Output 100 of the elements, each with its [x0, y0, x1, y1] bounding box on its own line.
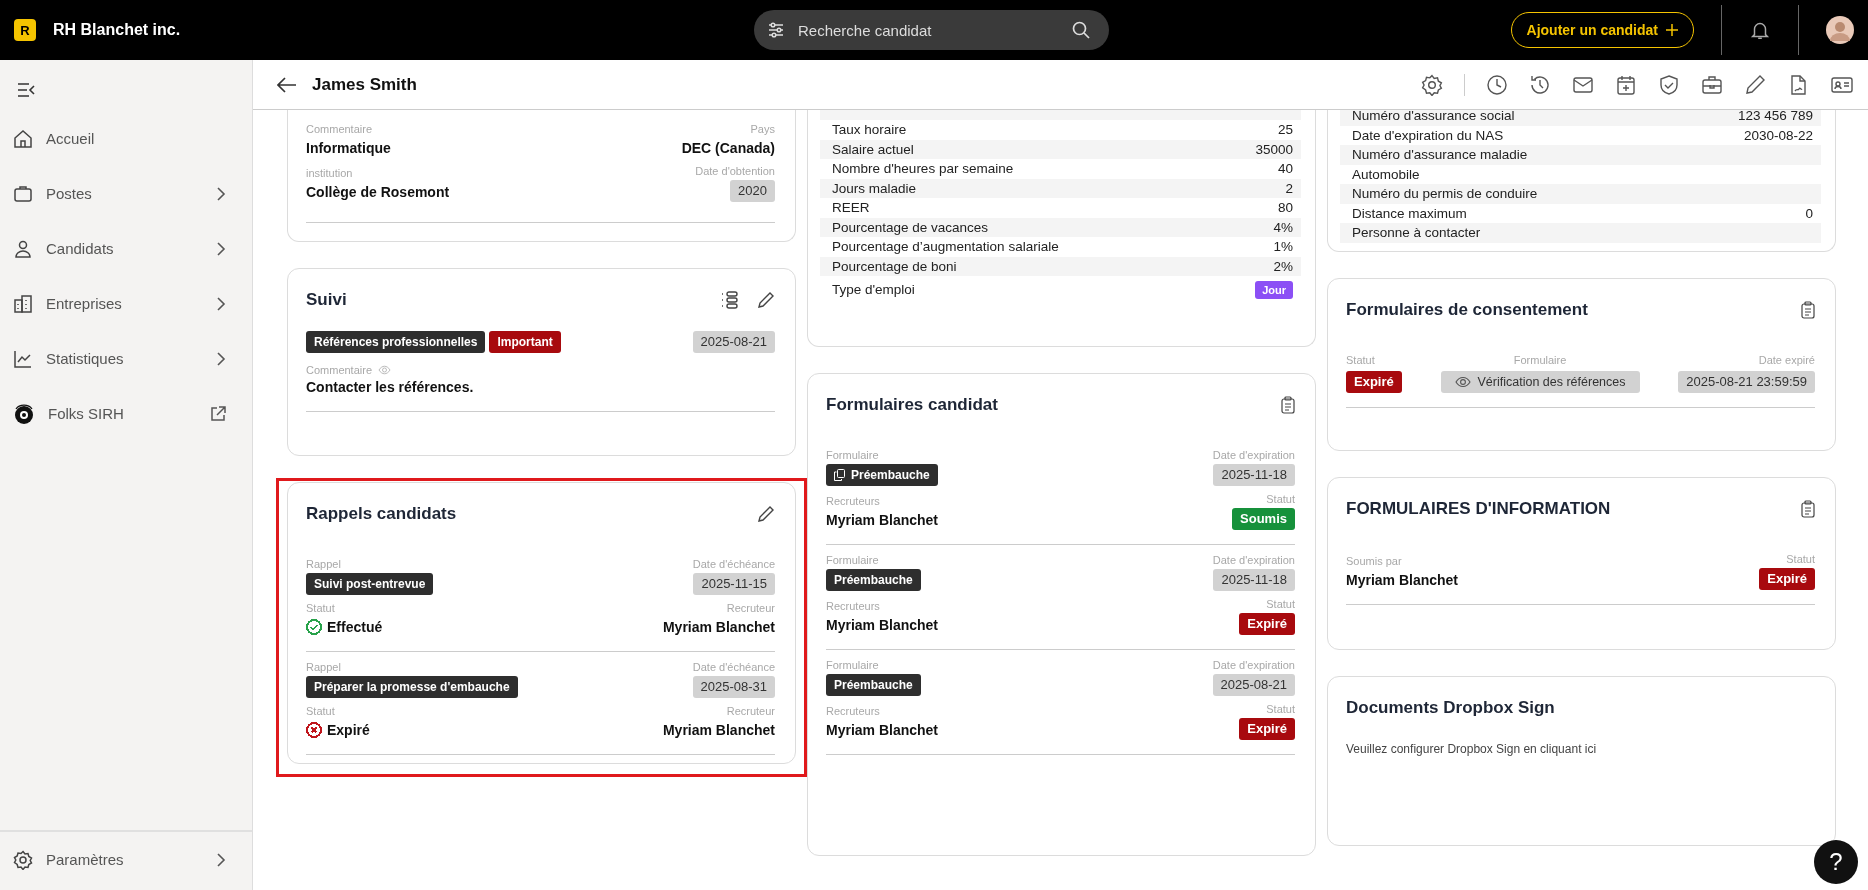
field-label: Commentaire	[306, 122, 373, 136]
status-badge: Expiré	[1759, 567, 1815, 590]
toolbox-icon[interactable]	[1701, 73, 1723, 96]
settings-icon[interactable]	[1421, 73, 1443, 96]
field-label: Formulaire	[826, 447, 879, 462]
form-tag[interactable]: Préembauche	[826, 673, 921, 696]
sidebar-item[interactable]: Entreprises	[0, 276, 252, 331]
configure-link[interactable]: Veuillez configurer Dropbox Sign en cliquant ici	[1346, 741, 1597, 756]
field-label: Date d'expiration	[1212, 657, 1295, 672]
column-label: Date expiré	[1758, 352, 1815, 367]
search-bar[interactable]: Recherche candidat	[754, 10, 1109, 50]
chevron-right-icon	[217, 296, 226, 311]
filter-icon[interactable]	[766, 20, 786, 40]
eye-icon	[1454, 375, 1471, 388]
row-label: Distance maximum	[1352, 204, 1467, 223]
line-chart-icon	[13, 348, 33, 369]
field-label: Pays	[750, 122, 775, 136]
pencil-icon[interactable]	[1744, 73, 1766, 96]
form-tag[interactable]: Préembauche	[826, 463, 938, 486]
sidebar-item[interactable]: Statistiques	[0, 331, 252, 386]
date-badge: 2025-08-21	[1212, 673, 1295, 696]
building-icon	[13, 293, 33, 314]
row-label: Numéro du permis de conduire	[1352, 185, 1538, 203]
date-badge: 2025-11-18	[1213, 463, 1295, 486]
row-label: Numéro d'assurance social	[1352, 110, 1515, 125]
clipboard-icon[interactable]	[1281, 395, 1295, 414]
row-value: 25	[1277, 121, 1293, 139]
row-value: 2	[1285, 179, 1293, 198]
form-button[interactable]: Vérification des références	[1440, 370, 1640, 393]
recruiter-name: Myriam Blanchet	[826, 720, 939, 740]
row-label: Taux horaire	[832, 121, 907, 139]
list-icon[interactable]	[721, 291, 739, 309]
chevron-right-icon	[217, 852, 226, 867]
field-label: Statut	[1266, 491, 1295, 506]
field-label: Soumis par	[1346, 553, 1402, 568]
column-label: Statut	[1346, 352, 1375, 367]
brand-name: RH Blanchet inc.	[53, 21, 181, 39]
form-tag[interactable]: Préembauche	[826, 568, 921, 591]
settings-item[interactable]: Paramètres	[0, 832, 252, 887]
field-label: Rappel	[306, 660, 341, 674]
status-text: Expiré	[327, 721, 370, 740]
field-label: Statut	[1786, 551, 1815, 566]
pencil-icon[interactable]	[757, 505, 775, 523]
sidebar-item[interactable]: Postes	[0, 166, 252, 221]
external-link-icon	[210, 405, 226, 422]
sidebar-item[interactable]: Candidats	[0, 221, 252, 276]
year-badge: 2020	[730, 180, 775, 202]
row-label: Pourcentage de boni	[832, 257, 957, 276]
calendar-plus-icon[interactable]	[1615, 73, 1637, 96]
sidebar-item[interactable]: Accueil	[0, 111, 252, 166]
help-button[interactable]: ?	[1814, 840, 1858, 884]
clipboard-icon[interactable]	[1801, 300, 1815, 319]
row-value: 4%	[1273, 218, 1293, 237]
status-text: Effectué	[327, 618, 383, 637]
row-value: 80	[1277, 199, 1293, 217]
field-label: Recruteurs	[826, 493, 880, 508]
row-label: Automobile	[1352, 165, 1420, 184]
tag: Important	[489, 331, 561, 353]
clipboard-icon[interactable]	[1801, 499, 1815, 518]
recruiter-name: Myriam Blanchet	[662, 721, 775, 740]
copy-icon[interactable]	[834, 468, 845, 481]
field-value: Informatique	[306, 139, 391, 158]
chevron-right-icon	[217, 186, 226, 201]
row-label: Date d'expiration du NAS	[1352, 126, 1504, 145]
field-label: Recruteur	[726, 704, 775, 718]
row-value: 123 456 789	[1737, 110, 1813, 125]
collapse-menu-icon[interactable]	[17, 83, 35, 97]
plus-icon	[1666, 24, 1678, 36]
employment-type-badge: Jour	[1255, 280, 1293, 299]
chevron-right-icon	[217, 351, 226, 366]
row-value: 0	[1805, 204, 1813, 223]
field-label: Statut	[306, 601, 335, 615]
briefcase-icon	[13, 183, 33, 204]
search-icon[interactable]	[1071, 20, 1091, 40]
candidate-name: James Smith	[312, 74, 417, 95]
person-icon	[13, 238, 33, 259]
clock-icon[interactable]	[1486, 73, 1508, 96]
shield-check-icon[interactable]	[1658, 73, 1680, 96]
field-label: Formulaire	[826, 552, 879, 567]
row-value: 35000	[1255, 140, 1293, 159]
back-arrow-icon[interactable]	[277, 76, 297, 93]
row-label: Type d'emploi	[832, 281, 915, 299]
reminder-tag: Suivi post-entrevue	[306, 573, 434, 595]
row-label: REER	[832, 199, 870, 217]
field-label: Statut	[1266, 701, 1295, 716]
field-label: Rappel	[306, 557, 341, 571]
home-icon	[13, 128, 33, 149]
pencil-icon[interactable]	[757, 291, 775, 309]
sidebar-item[interactable]: Folks SIRH	[0, 386, 252, 441]
row-value: 2%	[1273, 257, 1293, 276]
history-icon[interactable]	[1529, 73, 1551, 96]
row-label: Numéro d'assurance maladie	[1352, 146, 1528, 164]
field-label: Date d'échéance	[692, 557, 775, 571]
status-badge: Expiré	[1346, 370, 1402, 393]
avatar[interactable]	[1826, 16, 1854, 44]
card-title: Suivi	[306, 290, 347, 310]
field-value: DEC (Canada)	[681, 139, 775, 158]
row-label: Pourcentage de vacances	[832, 218, 989, 237]
search-input[interactable]: Recherche candidat	[796, 20, 1061, 40]
field-label: Statut	[1266, 596, 1295, 611]
